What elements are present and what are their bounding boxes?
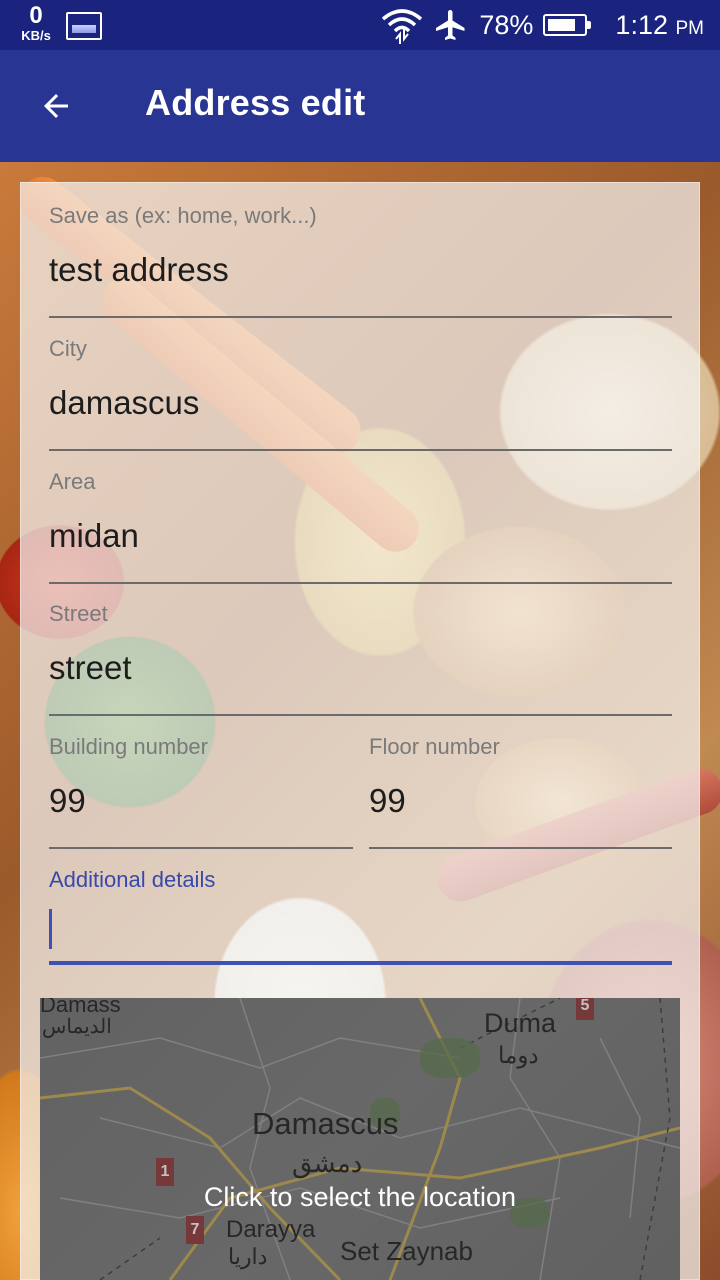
- street-input[interactable]: street: [49, 649, 132, 687]
- battery-icon: [543, 14, 592, 36]
- city-input[interactable]: damascus: [49, 384, 199, 422]
- network-speed: 0 KB/s: [21, 2, 51, 43]
- building-number-underline: [49, 847, 353, 849]
- save-as-underline: [49, 316, 672, 318]
- building-number-input[interactable]: 99: [49, 782, 86, 820]
- additional-details-underline: [49, 961, 672, 965]
- floor-number-input[interactable]: 99: [369, 782, 406, 820]
- city-label: City: [49, 336, 87, 361]
- location-map[interactable]: Damass الديماس Duma دوما Damascus دمشق D…: [40, 998, 680, 1280]
- app-bar: Address edit: [0, 50, 720, 162]
- airplane-mode-icon: [436, 10, 465, 40]
- page-title: Address edit: [145, 82, 366, 123]
- building-number-field[interactable]: Building number 99: [49, 734, 353, 849]
- building-number-label: Building number: [49, 734, 208, 759]
- area-label: Area: [49, 469, 96, 494]
- area-input[interactable]: midan: [49, 517, 139, 555]
- battery-percentage: 78%: [479, 9, 534, 40]
- area-field[interactable]: Area midan: [49, 469, 672, 584]
- city-underline: [49, 449, 672, 451]
- save-as-input[interactable]: test address: [49, 251, 229, 289]
- status-bar: 0 KB/s 78% 1:12 PM: [0, 0, 720, 50]
- area-underline: [49, 582, 672, 584]
- wifi-icon: [382, 9, 423, 44]
- save-as-label: Save as (ex: home, work...): [49, 203, 317, 228]
- street-field[interactable]: Street street: [49, 601, 672, 716]
- clock: 1:12 PM: [615, 9, 704, 40]
- floor-number-field[interactable]: Floor number 99: [369, 734, 672, 849]
- floor-number-label: Floor number: [369, 734, 500, 759]
- image-notification-icon: [66, 12, 102, 40]
- arrow-back-icon: [44, 94, 68, 118]
- select-location-prompt[interactable]: Click to select the location: [40, 1182, 680, 1213]
- additional-details-field[interactable]: Additional details: [49, 867, 672, 967]
- map-dim-overlay: [40, 998, 680, 1280]
- text-cursor: [49, 909, 52, 949]
- save-as-field[interactable]: Save as (ex: home, work...) test address: [49, 203, 672, 318]
- additional-details-label: Additional details: [49, 867, 216, 892]
- street-label: Street: [49, 601, 108, 626]
- floor-number-underline: [369, 847, 672, 849]
- street-underline: [49, 714, 672, 716]
- back-button[interactable]: [24, 78, 88, 134]
- city-field[interactable]: City damascus: [49, 336, 672, 451]
